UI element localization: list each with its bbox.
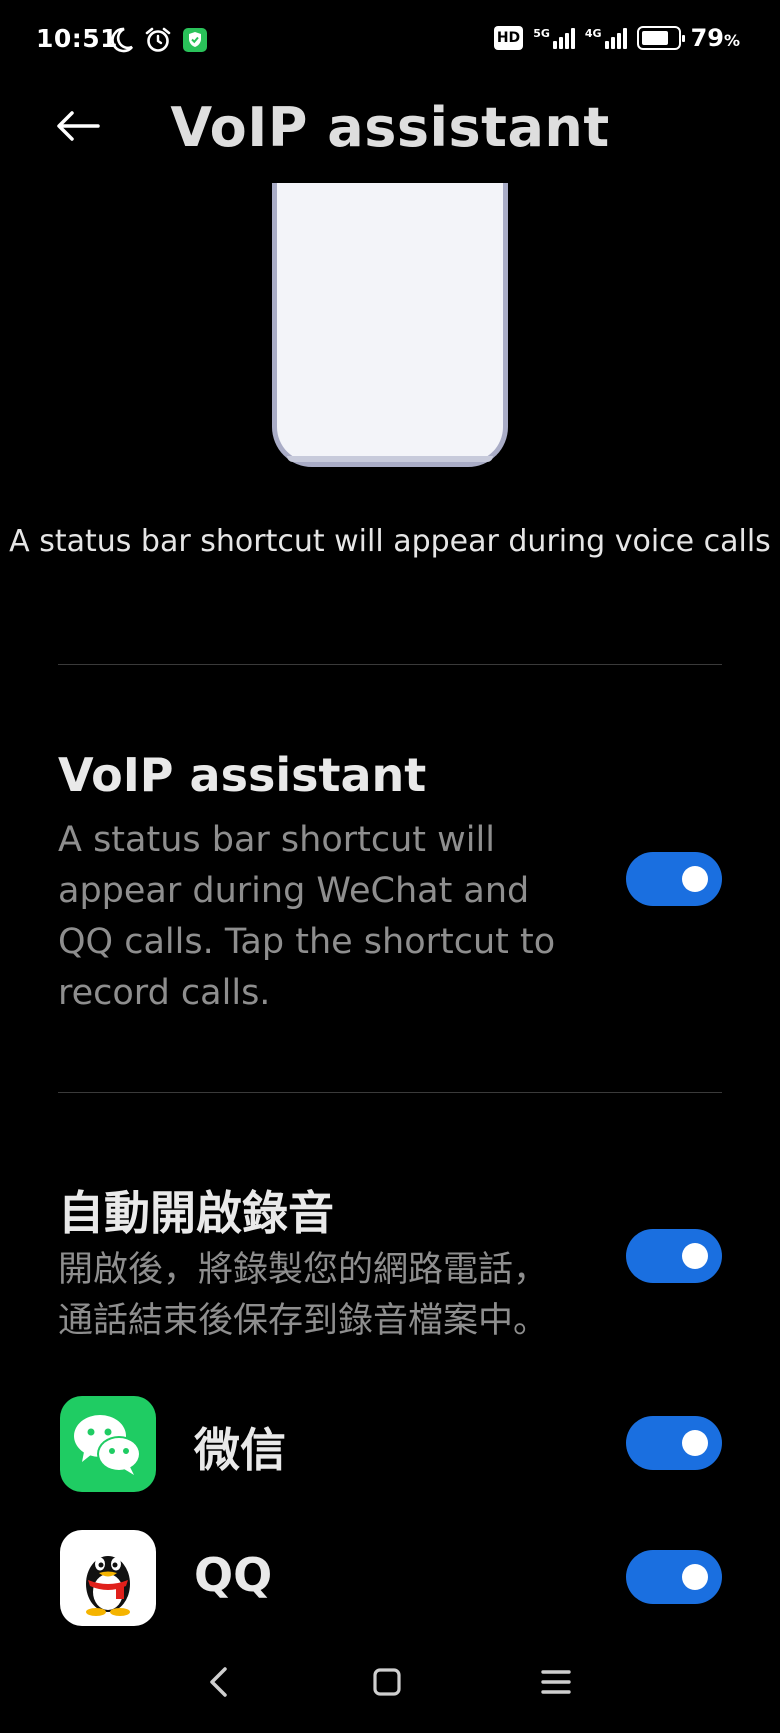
battery-icon — [636, 26, 685, 50]
illustration-caption: A status bar shortcut will appear during… — [9, 524, 771, 559]
nav-menu-button[interactable] — [531, 1659, 581, 1709]
home-nav-icon — [372, 1667, 402, 1701]
page-title: VoIP assistant — [170, 96, 610, 159]
phone-illustration-edge — [287, 456, 493, 462]
shield-check-icon — [182, 27, 208, 57]
app-name-qq: QQ — [194, 1548, 273, 1602]
battery-percent: 79% — [691, 24, 740, 52]
voip-desc-line: A status bar shortcut will — [58, 820, 495, 860]
divider — [58, 1092, 722, 1093]
signal-5g: 5G — [533, 27, 575, 49]
toggle-knob — [682, 1430, 708, 1456]
nav-back-button[interactable] — [193, 1659, 243, 1709]
alarm-icon — [144, 26, 172, 58]
auto-record-toggle[interactable] — [626, 1229, 722, 1283]
net-label-4g: 4G — [584, 27, 602, 40]
voip-desc-line: QQ calls. Tap the shortcut to — [58, 922, 556, 962]
net-label-5g: 5G — [533, 27, 550, 40]
qq-record-toggle[interactable] — [626, 1550, 722, 1604]
toggle-knob — [682, 866, 708, 892]
signal-icon — [552, 27, 575, 49]
hd-badge: HD — [493, 26, 524, 50]
nav-home-button[interactable] — [362, 1659, 412, 1709]
back-nav-icon — [206, 1666, 230, 1702]
signal-4g: 4G — [585, 27, 627, 49]
divider — [58, 664, 722, 665]
menu-nav-icon — [540, 1668, 572, 1700]
status-left-icons — [110, 26, 208, 58]
voip-section-title: VoIP assistant — [58, 748, 427, 802]
status-bar: 10:51 HD 5G 4G 79% — [0, 0, 780, 78]
auto-record-section-title: 自動開啟錄音 — [58, 1186, 334, 1240]
system-nav-bar — [0, 1633, 780, 1733]
wechat-record-toggle[interactable] — [626, 1416, 722, 1470]
auto-record-desc-line: 開啟後，將錄製您的網路電話， — [58, 1250, 549, 1290]
moon-icon — [110, 27, 134, 57]
qq-penguin-icon — [60, 1530, 156, 1626]
voip-desc-line: record calls. — [58, 973, 271, 1013]
status-right-icons: HD 5G 4G 79% — [493, 24, 740, 52]
app-row-qq: QQ — [0, 1530, 780, 1626]
signal-icon — [604, 27, 627, 49]
app-header: VoIP assistant — [0, 78, 780, 178]
wechat-icon — [60, 1396, 156, 1492]
voip-assistant-toggle[interactable] — [626, 852, 722, 906]
battery-fill — [641, 31, 669, 45]
toggle-knob — [682, 1564, 708, 1590]
auto-record-section-description: 開啟後，將錄製您的網路電話， 通話結束後保存到錄音檔案中。 — [58, 1245, 598, 1347]
toggle-knob — [682, 1243, 708, 1269]
voip-desc-line: appear during WeChat and — [58, 871, 530, 911]
battery-percent-value: 79 — [690, 24, 724, 52]
voip-section-description: A status bar shortcut will appear during… — [58, 815, 598, 1019]
app-name-wechat: 微信 — [194, 1423, 286, 1477]
auto-record-desc-line: 通話結束後保存到錄音檔案中。 — [58, 1301, 549, 1341]
battery-percent-suffix: % — [723, 31, 740, 50]
phone-illustration — [272, 183, 508, 467]
app-row-wechat: 微信 — [0, 1396, 780, 1492]
status-time: 10:51 — [36, 24, 119, 53]
